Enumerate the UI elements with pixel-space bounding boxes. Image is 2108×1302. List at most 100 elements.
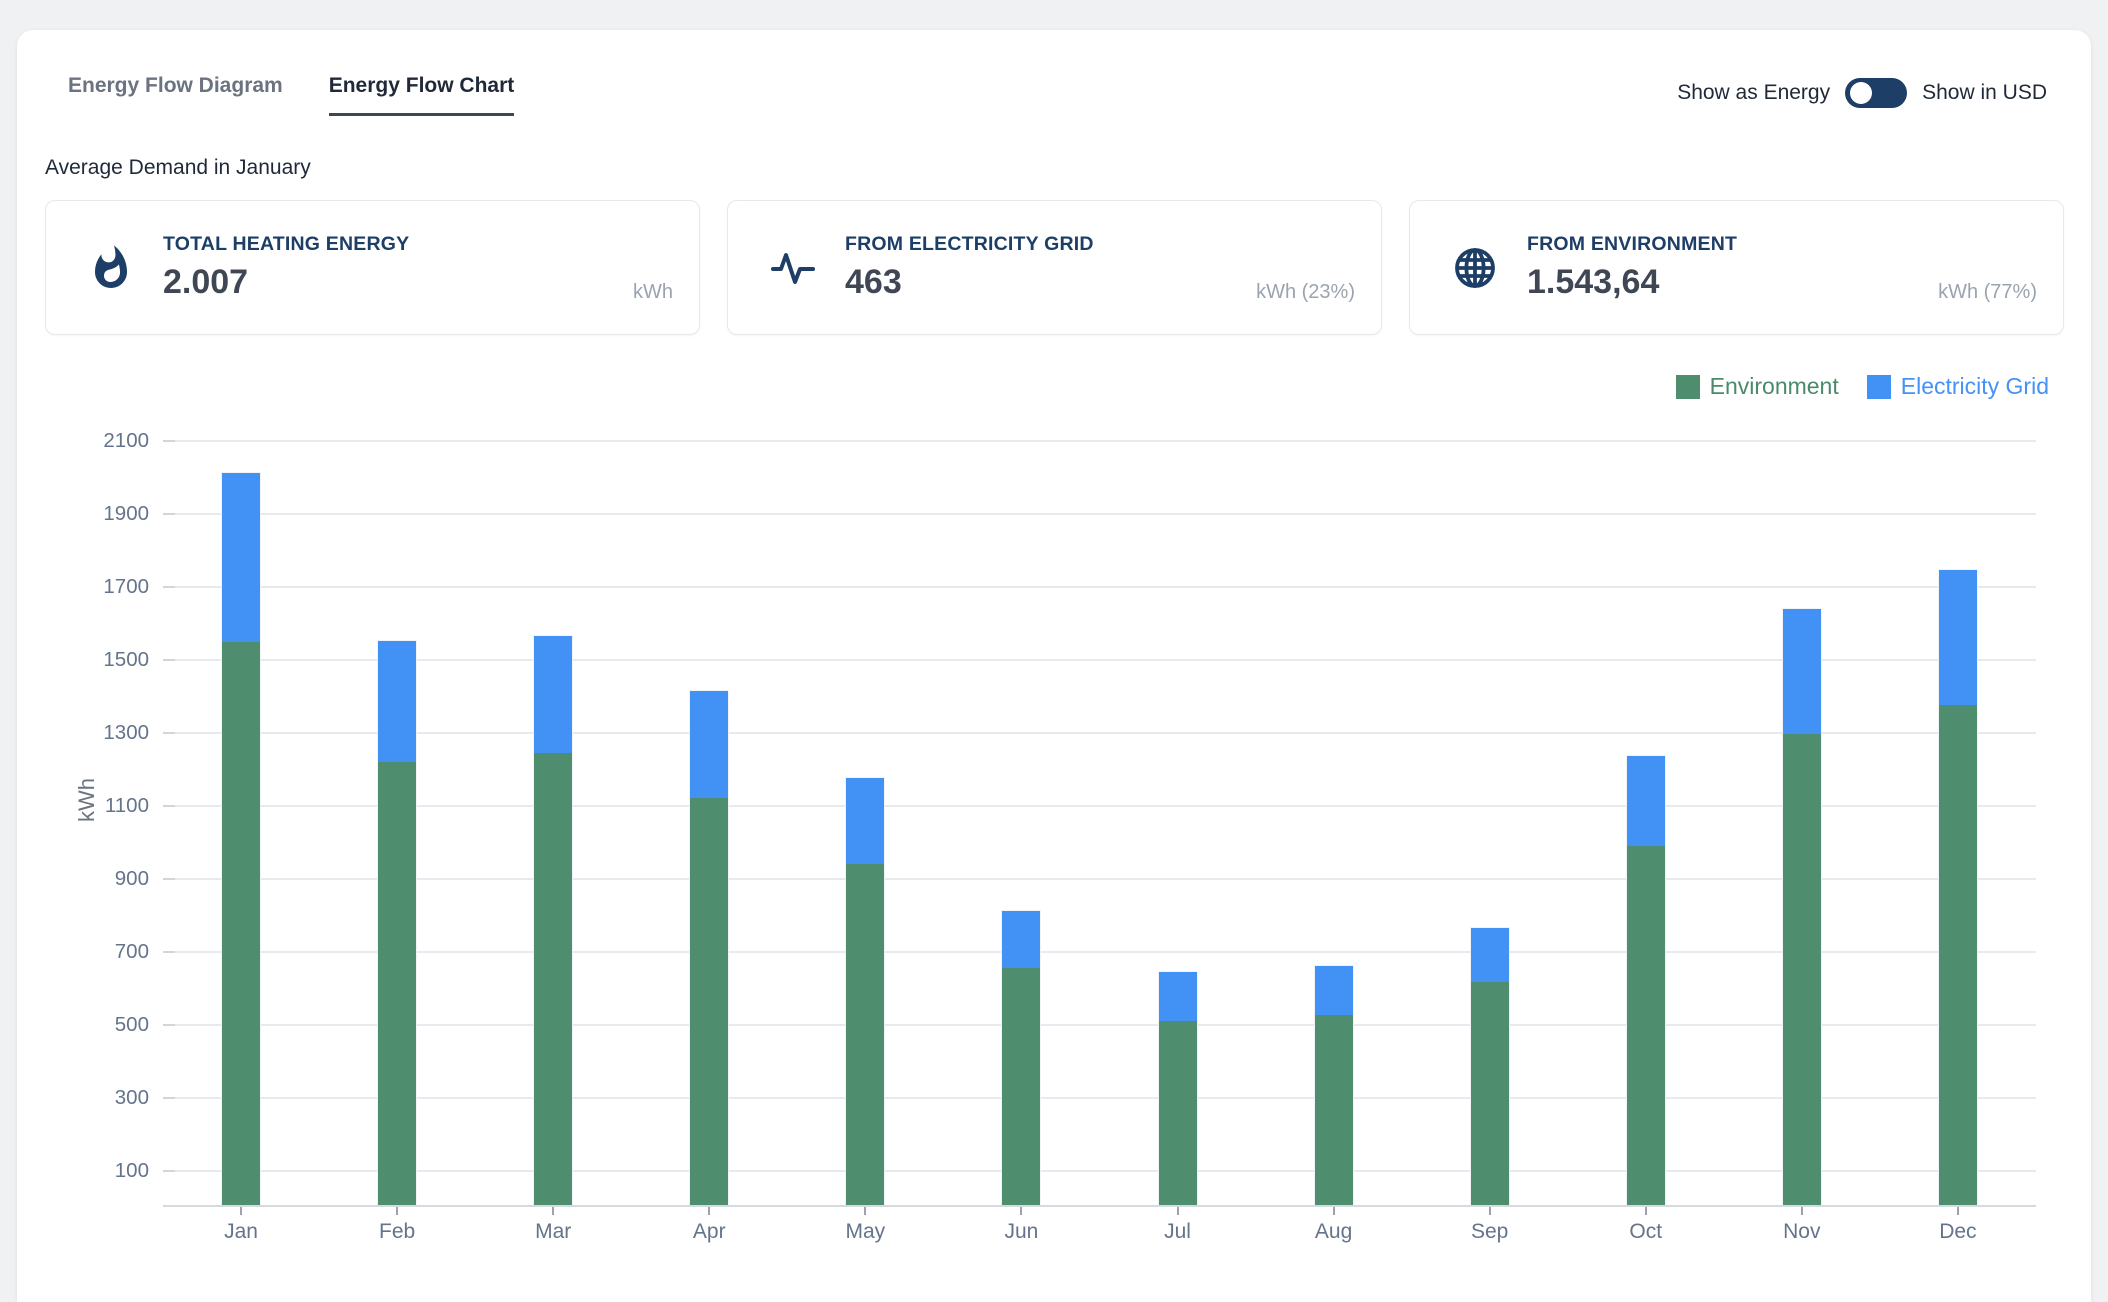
tab-energy-flow-chart[interactable]: Energy Flow Chart [329,74,515,116]
toggle-label-usd: Show in USD [1922,81,2047,105]
stat-cards-row: TOTAL HEATING ENERGY 2.007 kWh FROM ELEC… [45,200,2064,335]
stat-card-total-heating-energy: TOTAL HEATING ENERGY 2.007 kWh [45,200,700,335]
stacked-bar[interactable] [690,691,728,1205]
y-tick-label: 1700 [103,575,149,599]
electricity-grid-segment[interactable] [1783,609,1821,735]
x-tick-label: Jun [1004,1220,1038,1244]
environment-segment[interactable] [378,762,416,1205]
stat-value: 463 [845,263,1094,302]
bar-column-aug: Aug [1256,419,1412,1207]
x-tick [1645,1207,1647,1215]
stat-title: FROM ENVIRONMENT [1527,233,1737,256]
y-tick-label: 500 [115,1013,149,1037]
electricity-grid-segment[interactable] [1315,966,1353,1015]
y-tick-label: 1500 [103,648,149,672]
environment-segment[interactable] [690,798,728,1205]
x-tick-label: Feb [379,1220,415,1244]
bar-column-dec: Dec [1880,419,2036,1207]
stacked-bar[interactable] [534,636,572,1205]
y-tick-label: 300 [115,1086,149,1110]
y-tick-label: 1900 [103,502,149,526]
flame-icon [86,242,136,294]
toggle-label-energy: Show as Energy [1677,81,1830,105]
x-tick-label: Nov [1783,1220,1820,1244]
x-tick [396,1207,398,1215]
bar-column-feb: Feb [319,419,475,1207]
stat-unit: kWh (77%) [1938,281,2037,304]
stacked-bar[interactable] [222,473,260,1205]
tab-bar: Energy Flow Diagram Energy Flow Chart [68,74,514,116]
electricity-grid-segment[interactable] [534,636,572,753]
top-bar: Energy Flow Diagram Energy Flow Chart Sh… [17,30,2091,116]
environment-segment[interactable] [1783,734,1821,1205]
chart-legend: Environment Electricity Grid [17,373,2049,400]
electricity-grid-segment[interactable] [1002,911,1040,968]
stacked-bar-chart: kWh 100300500700900110013001500170019002… [17,400,2091,1240]
x-tick [240,1207,242,1215]
stat-texts: TOTAL HEATING ENERGY 2.007 [163,233,409,302]
environment-segment[interactable] [1471,982,1509,1205]
x-tick [1489,1207,1491,1215]
x-tick [1177,1207,1179,1215]
stacked-bar[interactable] [846,778,884,1205]
stat-texts: FROM ELECTRICITY GRID 463 [845,233,1094,302]
x-tick-label: Mar [535,1220,571,1244]
x-tick-label: Apr [693,1220,726,1244]
unit-toggle-group: Show as Energy Show in USD [1677,78,2047,108]
x-tick [1333,1207,1335,1215]
stacked-bar[interactable] [378,641,416,1205]
toggle-knob [1850,82,1872,104]
y-tick-label: 1300 [103,721,149,745]
environment-segment[interactable] [534,753,572,1205]
electricity-grid-segment[interactable] [690,691,728,799]
legend-label: Electricity Grid [1901,373,2049,400]
electricity-grid-segment[interactable] [1939,570,1977,705]
energy-usd-toggle[interactable] [1845,78,1907,108]
bar-column-may: May [787,419,943,1207]
y-tick-label: 100 [115,1159,149,1183]
legend-item-electricity-grid: Electricity Grid [1867,373,2049,400]
x-tick [864,1207,866,1215]
stacked-bar[interactable] [1783,609,1821,1205]
environment-segment[interactable] [1627,846,1665,1205]
tab-energy-flow-diagram[interactable]: Energy Flow Diagram [68,74,283,116]
legend-label: Environment [1710,373,1839,400]
environment-segment[interactable] [1159,1021,1197,1205]
x-tick [1957,1207,1959,1215]
stacked-bar[interactable] [1627,756,1665,1205]
stacked-bar[interactable] [1159,972,1197,1205]
electricity-grid-segment[interactable] [222,473,260,642]
electricity-grid-segment[interactable] [846,778,884,864]
stacked-bar[interactable] [1471,928,1509,1205]
stacked-bar[interactable] [1315,966,1353,1205]
x-tick-label: Jul [1164,1220,1191,1244]
stacked-bar[interactable] [1939,570,1977,1205]
bar-column-jul: Jul [1099,419,1255,1207]
stat-unit: kWh [633,281,673,304]
x-tick-label: Sep [1471,1220,1508,1244]
electricity-grid-segment[interactable] [1471,928,1509,983]
electricity-grid-segment[interactable] [1159,972,1197,1021]
y-axis-title: kWh [74,778,100,822]
y-tick-label: 1100 [105,794,149,818]
legend-item-environment: Environment [1676,373,1839,400]
stacked-bar[interactable] [1002,911,1040,1205]
y-tick-label: 900 [115,867,149,891]
stat-unit: kWh (23%) [1256,281,1355,304]
environment-segment[interactable] [1315,1015,1353,1205]
x-tick [1801,1207,1803,1215]
x-tick [1020,1207,1022,1215]
environment-segment[interactable] [222,642,260,1205]
x-tick-label: Oct [1629,1220,1662,1244]
stat-title: TOTAL HEATING ENERGY [163,233,409,256]
y-tick-label: 700 [115,940,149,964]
environment-segment[interactable] [846,864,884,1205]
plot-area: 100300500700900110013001500170019002100J… [163,419,2036,1207]
environment-segment[interactable] [1939,705,1977,1205]
electricity-grid-segment[interactable] [1627,756,1665,845]
stat-texts: FROM ENVIRONMENT 1.543,64 [1527,233,1737,302]
environment-segment[interactable] [1002,968,1040,1205]
stat-value: 1.543,64 [1527,263,1737,302]
electricity-grid-segment[interactable] [378,641,416,761]
bar-column-oct: Oct [1568,419,1724,1207]
